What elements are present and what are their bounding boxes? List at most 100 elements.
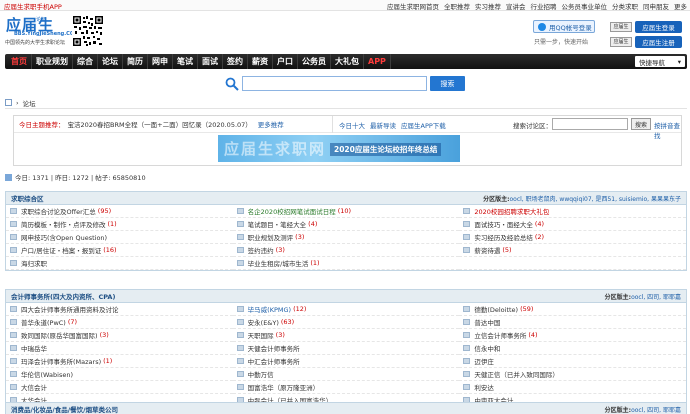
nav-item[interactable]: 面试 [198, 54, 223, 69]
board-name[interactable]: 面试技巧・面经大全 [474, 219, 533, 229]
board-item[interactable]: 海归求职 [6, 257, 233, 270]
nav-item[interactable]: 户口 [273, 54, 298, 69]
board-name[interactable]: 2020校园招聘求职大礼包 [474, 206, 549, 216]
board-name[interactable]: 简历模板・制作・点评及修改 [21, 219, 106, 229]
board-name[interactable]: 迈伊庄 [474, 356, 494, 366]
board-name[interactable]: 天职国际 [248, 330, 274, 340]
board-item[interactable]: 网申技巧(含Open Question) [6, 231, 233, 244]
board-name[interactable]: 四大会计师事务所通用资料及讨论 [21, 304, 119, 314]
board-item[interactable]: 天健正信（已并入致同国际） [459, 368, 686, 381]
top-link[interactable]: 更多 [674, 1, 687, 11]
board-name[interactable]: 职业规划及测评 [248, 232, 294, 242]
nav-item[interactable]: 笔试 [173, 54, 198, 69]
board-item[interactable]: 迈伊庄 [459, 355, 686, 368]
board-name[interactable]: 网申技巧(含Open Question) [21, 232, 107, 242]
qq-login-button[interactable]: 用QQ帐号登录 [533, 20, 595, 33]
board-item[interactable]: 实习经历及经验总结 (2) [459, 231, 686, 244]
nav-item[interactable]: 论坛 [98, 54, 123, 69]
promo-banner[interactable]: 应届生求职网 2020应届生论坛校招年终总结 [218, 135, 460, 162]
section-title[interactable]: 会计师事务所(四大及内资所、CPA) [11, 291, 115, 301]
board-item[interactable]: 求职综合讨论及Offer汇总 (95) [6, 205, 233, 218]
pinyin-search-link[interactable]: 按拼音查找 [654, 120, 681, 140]
board-item[interactable]: 致同国际(原岳华国富国际) (3) [6, 329, 233, 342]
nav-item[interactable]: 大礼包 [331, 54, 364, 69]
top-link[interactable]: 实习推荐 [475, 1, 501, 11]
board-name[interactable]: 普达中国 [474, 317, 500, 327]
board-item[interactable]: 利安达 [459, 381, 686, 394]
board-name[interactable]: 中勤万信 [248, 369, 274, 379]
board-item[interactable]: 职业规划及测评 (3) [232, 231, 460, 244]
nav-item[interactable]: 签约 [223, 54, 248, 69]
breadcrumb-current[interactable]: 论坛 [23, 98, 36, 108]
board-item[interactable]: 中汇会计师事务所 [232, 355, 460, 368]
board-item[interactable]: 毕马威(KPMG) (12) [232, 303, 460, 316]
search-button[interactable]: 搜索 [430, 76, 465, 91]
moderator-list[interactable]: oocl, 四司, 耶耶嘉 [631, 407, 681, 414]
board-item[interactable]: 信永中和 [459, 342, 686, 355]
nav-item[interactable]: 综合 [73, 54, 98, 69]
home-icon[interactable] [5, 99, 12, 106]
board-item[interactable]: 简历模板・制作・点评及修改 (1) [6, 218, 233, 231]
board-item[interactable]: 中瑞岳华 [6, 342, 233, 355]
mobile-app-link[interactable]: 应届生求职手机APP [4, 1, 62, 11]
board-name[interactable]: 国富浩华（原万隆亚洲） [248, 382, 320, 392]
register-button[interactable]: 应届生注册 [635, 35, 682, 48]
board-item[interactable]: 笔试题目・笔经大全 (4) [232, 218, 460, 231]
board-name[interactable]: 德勤(Deloitte) [474, 304, 518, 314]
hot-topic-link[interactable]: 宝洁2020春招BRM全程（一面+二面）回忆录（2020.05.07） [68, 119, 252, 129]
board-item[interactable]: 中勤万信 [232, 368, 460, 381]
nav-item[interactable]: 公务员 [298, 54, 331, 69]
board-name[interactable]: 致同国际(原岳华国富国际) [21, 330, 98, 340]
board-item[interactable]: 面试技巧・面经大全 (4) [459, 218, 686, 231]
board-name[interactable]: 笔试题目・笔经大全 [248, 219, 307, 229]
nav-item[interactable]: 职业规划 [32, 54, 73, 69]
board-name[interactable]: 海归求职 [21, 258, 47, 268]
search-input[interactable] [242, 76, 427, 91]
nav-item[interactable]: 薪资 [248, 54, 273, 69]
board-name[interactable]: 签约违约 [248, 245, 274, 255]
board-item[interactable]: 四大会计师事务所通用资料及讨论 [6, 303, 233, 316]
hot-link[interactable]: 最新导读 [370, 120, 396, 130]
board-item[interactable]: 立信会计师事务所 (4) [459, 329, 686, 342]
board-item[interactable]: 毕业生租房/城市生活 (1) [232, 257, 460, 270]
top-link[interactable]: 分类求职 [612, 1, 638, 11]
section-title[interactable]: 消费品/化妆品/食品/餐饮/烟草类公司 [11, 404, 118, 414]
board-item[interactable]: 薪资待遇 (5) [459, 244, 686, 257]
top-link[interactable]: 应届生求职网首页 [387, 1, 439, 11]
board-name[interactable]: 求职综合讨论及Offer汇总 [21, 206, 96, 216]
hot-link[interactable]: 应届生APP下载 [401, 120, 446, 130]
board-item[interactable]: 普达中国 [459, 316, 686, 329]
board-name[interactable]: 利安达 [474, 382, 494, 392]
board-name[interactable]: 薪资待遇 [474, 245, 500, 255]
board-name[interactable]: 名企2020校招网笔试面试日程 [248, 206, 336, 216]
board-item[interactable]: 天健会计师事务所 [232, 342, 460, 355]
moderator-list[interactable]: oocl, 四司, 耶耶嘉 [631, 294, 681, 301]
board-name[interactable]: 玛泽会计师事务所(Mazars) [21, 356, 101, 366]
forum-search-input[interactable] [552, 118, 628, 130]
board-item[interactable]: 玛泽会计师事务所(Mazars) (1) [6, 355, 233, 368]
top-link[interactable]: 同申朋友 [643, 1, 669, 11]
nav-item[interactable]: 首页 [7, 54, 32, 69]
board-name[interactable]: 立信会计师事务所 [474, 330, 526, 340]
login-button[interactable]: 应届生登录 [635, 20, 682, 33]
board-name[interactable]: 天健正信（已并入致同国际） [474, 369, 559, 379]
board-name[interactable]: 天健会计师事务所 [248, 343, 300, 353]
section-title[interactable]: 求职综合区 [11, 193, 44, 203]
nav-item[interactable]: 简历 [123, 54, 148, 69]
board-item[interactable]: 华伦信(Wabisen) [6, 368, 233, 381]
board-item[interactable]: 国富浩华（原万隆亚洲） [232, 381, 460, 394]
forum-search-button[interactable]: 搜索 [631, 118, 651, 130]
top-link[interactable]: 行业招聘 [531, 1, 557, 11]
board-name[interactable]: 中汇会计师事务所 [248, 356, 300, 366]
board-name[interactable]: 中瑞岳华 [21, 343, 47, 353]
top-link[interactable]: 公务员事业单位 [562, 1, 608, 11]
site-logo[interactable]: 应届生 论坛 BBS.YingJieSheng.COM 中国领先的大学生求职论坛 [4, 14, 79, 48]
board-name[interactable]: 普华永道(PwC) [21, 317, 66, 327]
board-name[interactable]: 户口/居住证・档案・报到证 [21, 245, 101, 255]
board-name[interactable]: 毕业生租房/城市生活 [248, 258, 309, 268]
top-link[interactable]: 全职推荐 [444, 1, 470, 11]
top-link[interactable]: 宣讲会 [506, 1, 526, 11]
board-name[interactable]: 毕马威(KPMG) [248, 304, 291, 314]
board-item[interactable]: 德勤(Deloitte) (59) [459, 303, 686, 316]
board-name[interactable]: 信永中和 [474, 343, 500, 353]
